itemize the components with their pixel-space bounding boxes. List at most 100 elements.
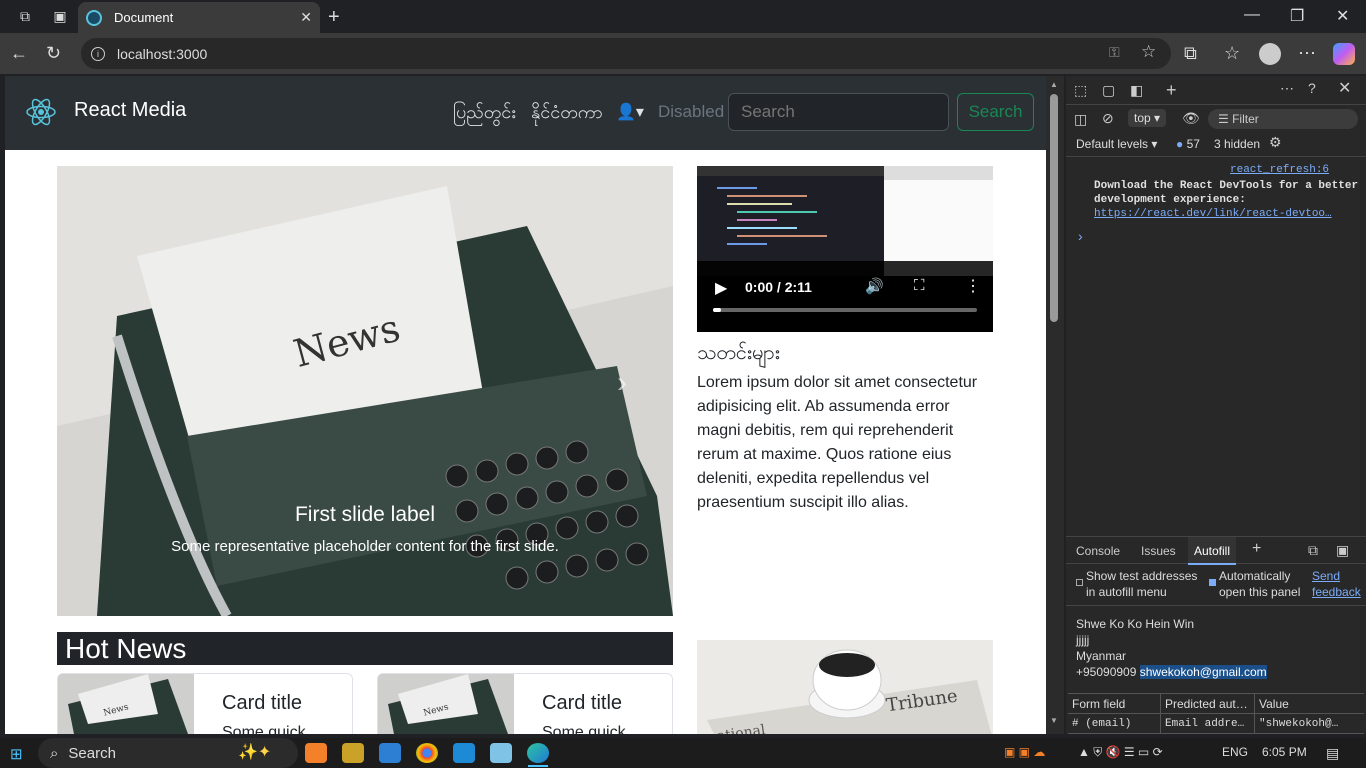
console-message-text: Download the React DevTools for a better… <box>1094 180 1359 206</box>
xampp-app-icon[interactable] <box>305 743 327 763</box>
add-tab-icon[interactable]: + <box>1166 80 1177 101</box>
video-progress-fill <box>713 308 721 312</box>
extensions-icon[interactable]: ⧉ <box>1184 43 1197 64</box>
profile-avatar[interactable] <box>1259 43 1281 65</box>
chrome-app-icon[interactable] <box>416 743 438 763</box>
card-text: Some quick <box>542 724 626 734</box>
filter-input[interactable]: ☰ Filter <box>1208 109 1358 129</box>
search-button[interactable]: Search <box>957 93 1034 131</box>
console-prompt-icon[interactable]: › <box>1078 228 1083 244</box>
tray-apps-icons[interactable]: ▣ ▣ ☁ <box>1004 745 1045 759</box>
key-icon[interactable]: ⚿ <box>1109 44 1120 61</box>
devtools-link[interactable]: https://react.dev/link/react-devtoo… <box>1094 208 1332 220</box>
favorites-icon[interactable]: ☆ <box>1224 43 1240 64</box>
address-toolbar: ← ↻ i localhost:3000 ⚿ ☆ ⧉ ☆ ⋯ <box>0 33 1366 74</box>
volume-icon[interactable]: 🔊 <box>865 277 884 295</box>
vscode-app-icon[interactable] <box>453 743 475 763</box>
news-card[interactable]: News Card title Some quick <box>377 673 673 734</box>
drawer-close-icon[interactable]: ▣ <box>1336 542 1349 559</box>
browser-titlebar: ⧉ ▣ Document ✕ + — ❐ ✕ <box>0 0 1366 33</box>
table-header-cell[interactable]: Predicted aut… <box>1161 693 1255 714</box>
video-player[interactable]: ▶ 0:00 / 2:11 🔊 ⛶ ⋮ <box>697 166 993 332</box>
workspaces-icon[interactable]: ⧉ <box>14 5 36 27</box>
refresh-icon[interactable]: ↻ <box>46 43 61 64</box>
back-icon[interactable]: ← <box>10 43 28 64</box>
language-indicator[interactable]: ENG <box>1222 745 1248 759</box>
scroll-down-icon[interactable]: ▼ <box>1050 716 1058 725</box>
table-header-cell[interactable]: Form field <box>1068 693 1161 714</box>
minimize-icon[interactable]: — <box>1244 6 1260 24</box>
table-row[interactable]: # (email) Email addre… "shwekokoh@… <box>1068 713 1364 734</box>
windows-taskbar: ⊞ ⌕ Search ✨✦ ▣ ▣ ☁ ▲ ⛨ 🔇 ☰ ▭ ⟳ ENG 6:05… <box>0 738 1366 768</box>
fullscreen-icon[interactable]: ⛶ <box>914 277 925 294</box>
user-dropdown-icon[interactable]: 👤▾ <box>616 102 644 122</box>
dock-icon[interactable]: ◧ <box>1130 82 1143 99</box>
log-levels-label: Default levels <box>1076 137 1149 151</box>
site-info-icon[interactable]: i <box>91 46 105 61</box>
tray-status-icons[interactable]: ▲ ⛨ 🔇 ☰ ▭ ⟳ <box>1078 745 1163 760</box>
new-tab-icon[interactable]: + <box>328 6 340 29</box>
close-devtools-icon[interactable]: ✕ <box>1338 78 1351 98</box>
video-menu-icon[interactable]: ⋮ <box>965 276 981 296</box>
carousel-caption-title: First slide label <box>294 503 436 526</box>
play-icon[interactable]: ▶ <box>715 278 727 298</box>
news-card[interactable]: News Card title Some quick <box>57 673 353 734</box>
drawer-undock-icon[interactable]: ⧉ <box>1308 542 1318 559</box>
clock[interactable]: 6:05 PM <box>1262 745 1307 759</box>
issues-badge[interactable]: ● 57 <box>1176 137 1200 151</box>
favorite-star-icon[interactable]: ☆ <box>1141 42 1156 62</box>
more-menu-icon[interactable]: ⋯ <box>1298 43 1316 64</box>
nav-link-disabled: Disabled <box>658 102 725 121</box>
send-feedback-link[interactable]: Send feedback <box>1312 568 1362 600</box>
vertical-tabs-icon[interactable]: ▣ <box>49 5 71 27</box>
start-icon[interactable]: ⊞ <box>10 745 23 763</box>
device-toolbar-icon[interactable]: ▢ <box>1102 82 1115 99</box>
page-scrollbar[interactable]: ▲ ▼ <box>1046 76 1064 734</box>
edge-app-icon[interactable] <box>527 743 549 763</box>
tab-console[interactable]: Console <box>1076 544 1120 558</box>
card-title: Card title <box>542 692 623 714</box>
restore-icon[interactable]: ❐ <box>1290 6 1304 26</box>
source-link[interactable]: react_refresh:6 <box>1230 164 1329 176</box>
show-test-addresses-checkbox[interactable] <box>1076 579 1083 586</box>
news-carousel[interactable]: News First slide label Some representati… <box>57 166 673 616</box>
brand-title[interactable]: React Media <box>74 99 186 122</box>
remote-desktop-app-icon[interactable] <box>379 743 401 763</box>
carousel-next-icon[interactable]: › <box>617 366 627 400</box>
help-icon[interactable]: ? <box>1308 80 1316 96</box>
filezilla-app-icon[interactable] <box>342 743 364 763</box>
video-progress-bar[interactable] <box>713 308 977 312</box>
table-cell: "shwekokoh@… <box>1259 717 1339 730</box>
clear-console-icon[interactable]: ⊘ <box>1102 110 1114 127</box>
hot-news-heading: Hot News <box>57 632 673 665</box>
browser-tab[interactable]: Document ✕ <box>78 2 320 33</box>
console-settings-icon[interactable]: ⚙ <box>1269 134 1282 151</box>
scroll-up-icon[interactable]: ▲ <box>1050 80 1058 89</box>
close-tab-icon[interactable]: ✕ <box>300 9 312 26</box>
live-expression-icon[interactable]: 👁 <box>1182 110 1200 127</box>
tab-autofill[interactable]: Autofill <box>1188 537 1237 565</box>
autofill-line2: jjjjj <box>1076 633 1090 647</box>
inspect-icon[interactable]: ⬚ <box>1074 82 1087 99</box>
notification-icon[interactable]: ▤ <box>1326 745 1339 762</box>
auto-open-checkbox[interactable] <box>1209 579 1216 586</box>
close-window-icon[interactable]: ✕ <box>1336 6 1349 26</box>
nav-link-domestic[interactable]: ပြည်တွင်း <box>453 100 516 127</box>
autofill-phone: +95090909 <box>1076 665 1137 679</box>
sidebar-toggle-icon[interactable]: ◫ <box>1074 111 1087 128</box>
table-header-cell[interactable]: Value <box>1255 694 1351 714</box>
context-selector[interactable]: top ▾ <box>1128 109 1167 127</box>
log-levels-dropdown[interactable]: Default levels ▾ <box>1076 137 1157 151</box>
devtools-more-icon[interactable]: ⋯ <box>1280 80 1294 97</box>
address-bar[interactable]: i localhost:3000 ⚿ ☆ <box>81 38 1171 69</box>
nav-link-international[interactable]: နိုင်ငံတကာ <box>531 100 603 127</box>
copilot-icon[interactable] <box>1333 43 1355 65</box>
search-input[interactable] <box>728 93 949 131</box>
react-logo-icon[interactable] <box>25 96 57 128</box>
tab-issues[interactable]: Issues <box>1141 544 1176 558</box>
taskbar-search[interactable]: ⌕ Search ✨✦ <box>38 738 298 768</box>
autofill-table: Form field Predicted aut… Value # (email… <box>1068 693 1364 734</box>
scrollbar-thumb[interactable] <box>1050 94 1058 322</box>
drawer-add-icon[interactable]: + <box>1252 540 1261 558</box>
notepad-app-icon[interactable] <box>490 743 512 763</box>
